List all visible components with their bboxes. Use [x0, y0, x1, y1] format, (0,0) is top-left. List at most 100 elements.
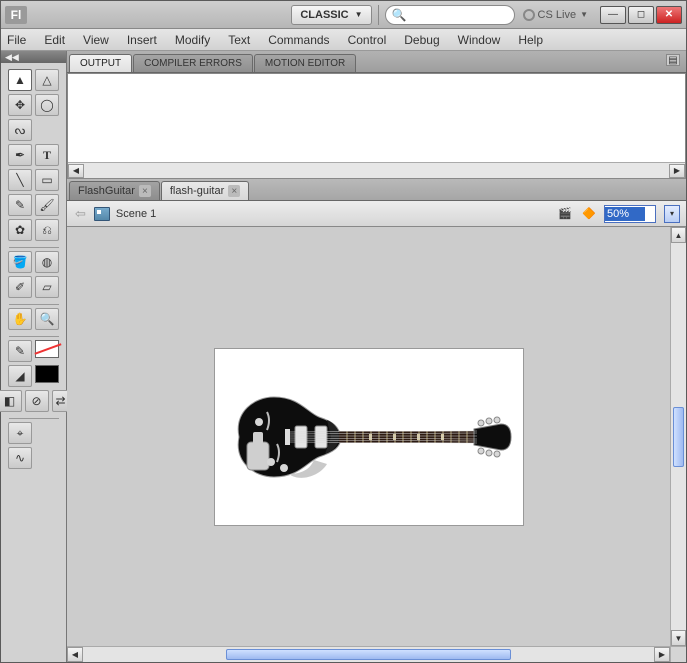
lasso-tool[interactable]: ᔓ: [8, 119, 32, 141]
chevron-down-icon: ▼: [355, 10, 363, 19]
menu-insert[interactable]: Insert: [127, 33, 157, 47]
horizontal-scrollbar[interactable]: ◀ ▶: [67, 646, 670, 662]
subselection-tool[interactable]: △: [35, 69, 59, 91]
edit-bar: ⇦ Scene 1 🎬 🔶 ▾: [67, 201, 686, 227]
doc-tab-label: FlashGuitar: [78, 185, 135, 197]
panel-collapse-bar[interactable]: ◀◀: [1, 51, 66, 63]
doc-tab-label: flash-guitar: [170, 185, 224, 197]
close-tab-icon[interactable]: ×: [228, 185, 240, 197]
smooth-button[interactable]: ∿: [8, 447, 32, 469]
vscroll-thumb[interactable]: [673, 407, 684, 467]
maximize-button[interactable]: ◻: [628, 6, 654, 24]
stage-canvas: [215, 349, 523, 525]
zoom-dropdown[interactable]: ▾: [664, 205, 680, 223]
document-tabs: FlashGuitar × flash-guitar ×: [67, 179, 686, 201]
brush-tool[interactable]: 🖌: [35, 194, 59, 216]
tab-output[interactable]: OUTPUT: [69, 54, 132, 72]
panel-tabs: OUTPUT COMPILER ERRORS MOTION EDITOR ▤: [67, 51, 686, 73]
tab-motion-editor[interactable]: MOTION EDITOR: [254, 54, 356, 72]
deco-tool[interactable]: ✿: [8, 219, 32, 241]
minimize-button[interactable]: —: [600, 6, 626, 24]
bone-tool[interactable]: ⎌: [35, 219, 59, 241]
edit-scene-button[interactable]: 🎬: [556, 205, 574, 223]
zoom-field[interactable]: [604, 205, 656, 223]
pencil-tool[interactable]: ✎: [8, 194, 32, 216]
tools-grid: ▲ △ ✥ ◯ ᔓ ✒ T ╲ ▭ ✎ 🖌: [1, 63, 66, 662]
separator: [378, 5, 379, 25]
menu-help[interactable]: Help: [518, 33, 543, 47]
workspace-label: CLASSIC: [300, 9, 348, 21]
title-bar: Fl CLASSIC ▼ 🔍 CS Live ▼ — ◻ ✕: [1, 1, 686, 29]
search-icon: 🔍: [392, 8, 407, 22]
ink-bottle-tool[interactable]: ◍: [35, 251, 59, 273]
text-tool[interactable]: T: [35, 144, 59, 166]
scroll-up-button[interactable]: ▲: [671, 227, 686, 243]
menu-file[interactable]: File: [7, 33, 26, 47]
selection-tool[interactable]: ▲: [8, 69, 32, 91]
scrollbar-corner: [670, 646, 686, 662]
guitar-image: [219, 382, 519, 492]
workspace: OUTPUT COMPILER ERRORS MOTION EDITOR ▤ ◀…: [67, 51, 686, 662]
back-button[interactable]: ⇦: [73, 206, 88, 222]
stage-viewport[interactable]: [67, 227, 670, 646]
edit-symbols-button[interactable]: 🔶: [580, 205, 598, 223]
3d-rotation-tool[interactable]: ◯: [35, 94, 59, 116]
pen-tool[interactable]: ✒: [8, 144, 32, 166]
eraser-tool[interactable]: ▱: [35, 276, 59, 298]
menu-commands[interactable]: Commands: [268, 33, 329, 47]
scroll-down-button[interactable]: ▼: [671, 630, 686, 646]
vscroll-track[interactable]: [671, 243, 686, 630]
vertical-scrollbar[interactable]: ▲ ▼: [670, 227, 686, 646]
stage-area: ▲ ▼ ◀ ▶: [67, 227, 686, 662]
scroll-left-button[interactable]: ◀: [67, 647, 83, 662]
search-field[interactable]: 🔍: [385, 5, 515, 25]
scroll-track[interactable]: [84, 164, 669, 178]
scroll-right-button[interactable]: ▶: [669, 164, 685, 178]
zoom-tool[interactable]: 🔍: [35, 308, 59, 330]
cs-live-button[interactable]: CS Live ▼: [523, 9, 588, 21]
output-hscrollbar[interactable]: ◀ ▶: [68, 162, 685, 178]
separator: [9, 304, 59, 305]
hscroll-track[interactable]: [83, 647, 654, 662]
separator: [9, 336, 59, 337]
menu-edit[interactable]: Edit: [44, 33, 65, 47]
menu-window[interactable]: Window: [458, 33, 501, 47]
paint-bucket-tool[interactable]: 🪣: [8, 251, 32, 273]
scroll-right-button[interactable]: ▶: [654, 647, 670, 662]
tab-compiler-errors[interactable]: COMPILER ERRORS: [133, 54, 253, 72]
panel-menu-button[interactable]: ▤: [666, 54, 680, 66]
hscroll-thumb[interactable]: [226, 649, 512, 660]
separator: [9, 418, 59, 419]
fill-bucket-icon: ◢: [8, 365, 32, 387]
menu-modify[interactable]: Modify: [175, 33, 210, 47]
main-area: ◀◀ ▲ △ ✥ ◯ ᔓ ✒ T ╲ ▭ ✎: [1, 51, 686, 662]
app-logo: Fl: [5, 6, 27, 24]
doc-tab-flashguitar[interactable]: FlashGuitar ×: [69, 181, 160, 200]
close-tab-icon[interactable]: ×: [139, 185, 151, 197]
scroll-left-button[interactable]: ◀: [68, 164, 84, 178]
zoom-input[interactable]: [605, 207, 645, 221]
menu-debug[interactable]: Debug: [404, 33, 439, 47]
chevron-down-icon: ▼: [580, 10, 588, 19]
rectangle-tool[interactable]: ▭: [35, 169, 59, 191]
workspace-dropdown[interactable]: CLASSIC ▼: [291, 5, 371, 25]
free-transform-tool[interactable]: ✥: [8, 94, 32, 116]
tools-panel: ◀◀ ▲ △ ✥ ◯ ᔓ ✒ T ╲ ▭ ✎: [1, 51, 67, 662]
fill-color-swatch[interactable]: [35, 365, 59, 383]
menu-text[interactable]: Text: [228, 33, 250, 47]
snap-button[interactable]: ⌖: [8, 422, 32, 444]
black-white-button[interactable]: ◧: [0, 390, 22, 412]
stroke-pencil-icon: ✎: [8, 340, 32, 362]
close-button[interactable]: ✕: [656, 6, 682, 24]
stroke-color-swatch[interactable]: [35, 340, 59, 358]
hand-tool[interactable]: ✋: [8, 308, 32, 330]
line-tool[interactable]: ╲: [8, 169, 32, 191]
menu-control[interactable]: Control: [348, 33, 387, 47]
search-input[interactable]: [410, 9, 508, 21]
cs-live-icon: [523, 9, 535, 21]
menu-view[interactable]: View: [83, 33, 109, 47]
no-color-button[interactable]: ⊘: [25, 390, 49, 412]
chevron-left-icon: ◀◀: [5, 52, 19, 63]
doc-tab-flash-guitar[interactable]: flash-guitar ×: [161, 181, 249, 200]
eyedropper-tool[interactable]: ✐: [8, 276, 32, 298]
